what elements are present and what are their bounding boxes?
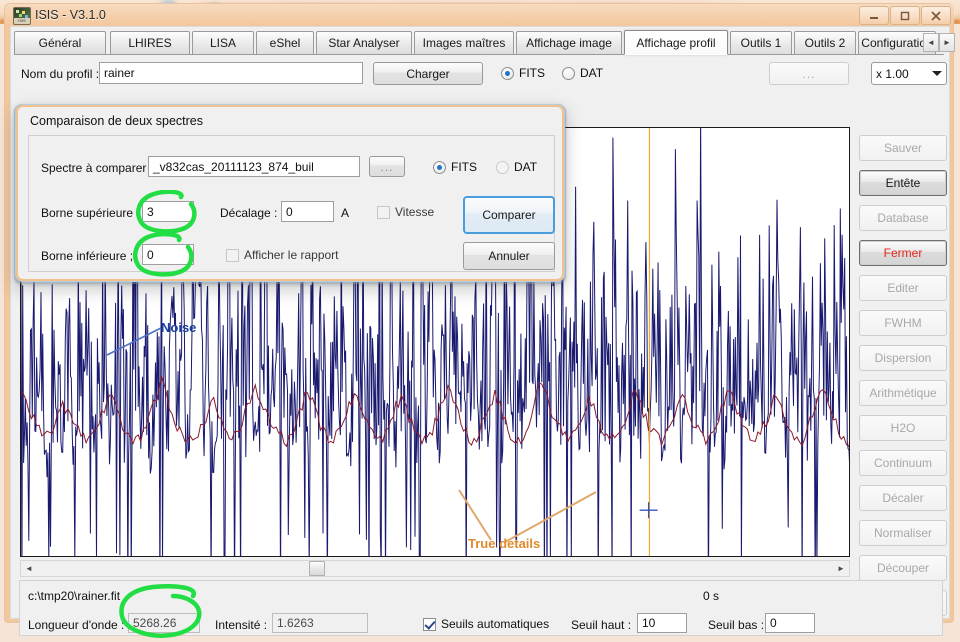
continuum-button[interactable]: Continuum	[859, 450, 947, 476]
spectrum-to-compare-label: Spectre à comparer :	[41, 161, 153, 175]
arithmetique-button[interactable]: Arithmétique	[859, 380, 947, 406]
scroll-right-icon[interactable]: ►	[833, 561, 849, 576]
comparer-button[interactable]: Comparer	[463, 196, 555, 234]
tab-scroll-prev-icon[interactable]: ◄	[923, 33, 939, 52]
entete-button[interactable]: Entête	[859, 170, 947, 196]
wavelength-value: 5268.26	[128, 613, 200, 633]
graph-horizontal-scrollbar[interactable]: ◄ ►	[20, 560, 850, 577]
high-threshold-input[interactable]: 10	[637, 613, 687, 633]
tab-scroll-next-icon[interactable]: ►	[939, 33, 955, 52]
dialog-format-dat-label: DAT	[514, 160, 537, 174]
chevron-down-icon	[932, 71, 942, 76]
toolbar-format-fits-radio[interactable]: FITS	[501, 66, 545, 80]
title-bar: ISIS ISIS - V3.1.0	[5, 4, 955, 26]
zoom-combobox[interactable]: x 1.00	[871, 62, 947, 85]
profile-name-label: Nom du profil :	[21, 67, 99, 81]
scroll-left-icon[interactable]: ◄	[21, 561, 37, 576]
low-threshold-input[interactable]: 0	[765, 613, 815, 633]
dialog-format-dat-radio[interactable]: DAT	[496, 160, 537, 174]
vitesse-label: Vitesse	[395, 205, 434, 219]
radio-dot-icon	[433, 161, 446, 174]
radio-dot-icon	[496, 161, 509, 174]
tab-affichage-image[interactable]: Affichage image	[516, 31, 622, 54]
lower-bound-label: Borne inférieure ;	[41, 249, 133, 263]
tab-outils-1[interactable]: Outils 1	[730, 31, 792, 54]
offset-unit-label: A	[341, 206, 349, 220]
profile-toolbar: Nom du profil : rainer Charger FITS DAT …	[11, 57, 951, 91]
upper-bound-label: Borne supérieure :	[41, 206, 140, 220]
decouper-button[interactable]: Découper	[859, 555, 947, 581]
checkbox-icon	[377, 206, 390, 219]
toolbar-browse-button[interactable]: ...	[769, 62, 849, 85]
window-controls	[859, 6, 951, 25]
normaliser-button[interactable]: Normaliser	[859, 520, 947, 546]
isis-logo-icon: ISIS	[13, 7, 31, 25]
upper-bound-input[interactable]: 3	[142, 201, 194, 222]
tab-underline	[14, 54, 944, 55]
checkbox-icon	[423, 618, 436, 631]
low-threshold-label: Seuil bas :	[708, 618, 764, 632]
close-icon[interactable]	[921, 6, 951, 25]
radio-dot-icon	[501, 67, 514, 80]
sauver-button[interactable]: Sauver	[859, 135, 947, 161]
minimize-icon[interactable]	[859, 6, 889, 25]
checkbox-icon	[226, 249, 239, 262]
dialog-title: Comparaison de deux spectres	[30, 114, 203, 128]
tab-affichage-profil[interactable]: Affichage profil	[624, 30, 728, 55]
intensity-value: 1.6263	[272, 613, 368, 633]
annotation-noise-label: Noise	[161, 320, 196, 335]
auto-thresholds-label: Seuils automatiques	[441, 617, 549, 631]
spectrum-to-compare-input[interactable]: _v832cas_20111123_874_buil	[148, 156, 360, 177]
auto-thresholds-checkbox[interactable]: Seuils automatiques	[423, 617, 549, 631]
offset-input[interactable]: 0	[281, 201, 334, 222]
tab-star-analyser[interactable]: Star Analyser	[316, 31, 412, 54]
tab-general[interactable]: Général	[14, 31, 106, 54]
tab-eshel[interactable]: eShel	[256, 31, 314, 54]
vitesse-checkbox[interactable]: Vitesse	[377, 205, 434, 219]
h2o-button[interactable]: H2O	[859, 415, 947, 441]
scrollbar-track[interactable]	[37, 561, 833, 576]
fwhm-button[interactable]: FWHM	[859, 310, 947, 336]
comparison-dialog: Comparaison de deux spectres Spectre à c…	[16, 105, 564, 281]
intensity-label: Intensité :	[215, 618, 267, 632]
tab-outils-2[interactable]: Outils 2	[794, 31, 856, 54]
offset-label: Décalage :	[220, 206, 277, 220]
annuler-button[interactable]: Annuler	[463, 242, 555, 270]
tab-lisa[interactable]: LISA	[192, 31, 254, 54]
status-panel: c:\tmp20\rainer.fit 0 s Longueur d'onde …	[19, 580, 943, 636]
annotation-true-details-label: True details	[468, 536, 540, 551]
dialog-format-fits-radio[interactable]: FITS	[433, 160, 477, 174]
tool-sidebar: Sauver Entête Database Fermer Editer FWH…	[859, 135, 947, 625]
charger-button[interactable]: Charger	[373, 62, 483, 85]
lower-bound-input[interactable]: 0	[142, 244, 194, 265]
database-button[interactable]: Database	[859, 205, 947, 231]
dialog-body: Spectre à comparer : _v832cas_20111123_8…	[28, 135, 555, 272]
file-path-label: c:\tmp20\rainer.fit	[28, 589, 120, 603]
tab-images-maitres[interactable]: Images maîtres	[414, 31, 514, 54]
dialog-browse-button[interactable]: ...	[369, 156, 405, 177]
tab-lhires[interactable]: LHIRES	[110, 31, 190, 54]
fermer-button[interactable]: Fermer	[859, 240, 947, 266]
scrollbar-thumb[interactable]	[309, 561, 325, 576]
elapsed-time-label: 0 s	[703, 589, 719, 603]
window-title: ISIS - V3.1.0	[35, 7, 106, 23]
tab-strip: Général LHIRES LISA eShel Star Analyser …	[14, 30, 944, 55]
editer-button[interactable]: Editer	[859, 275, 947, 301]
dialog-format-fits-label: FITS	[451, 160, 477, 174]
radio-dot-icon	[562, 67, 575, 80]
dispersion-button[interactable]: Dispersion	[859, 345, 947, 371]
toolbar-format-dat-radio[interactable]: DAT	[562, 66, 603, 80]
toolbar-format-dat-label: DAT	[580, 66, 603, 80]
afficher-rapport-checkbox[interactable]: Afficher le rapport	[226, 248, 339, 262]
profile-name-input[interactable]: rainer	[99, 62, 363, 84]
decaler-button[interactable]: Décaler	[859, 485, 947, 511]
high-threshold-label: Seuil haut :	[571, 618, 631, 632]
zoom-value: x 1.00	[876, 67, 909, 81]
application-window: ISIS ISIS - V3.1.0 Général LHIRES LISA e…	[4, 3, 954, 623]
wavelength-label: Longueur d'onde :	[28, 618, 124, 632]
maximize-icon[interactable]	[890, 6, 920, 25]
afficher-rapport-label: Afficher le rapport	[244, 248, 339, 262]
toolbar-format-fits-label: FITS	[519, 66, 545, 80]
